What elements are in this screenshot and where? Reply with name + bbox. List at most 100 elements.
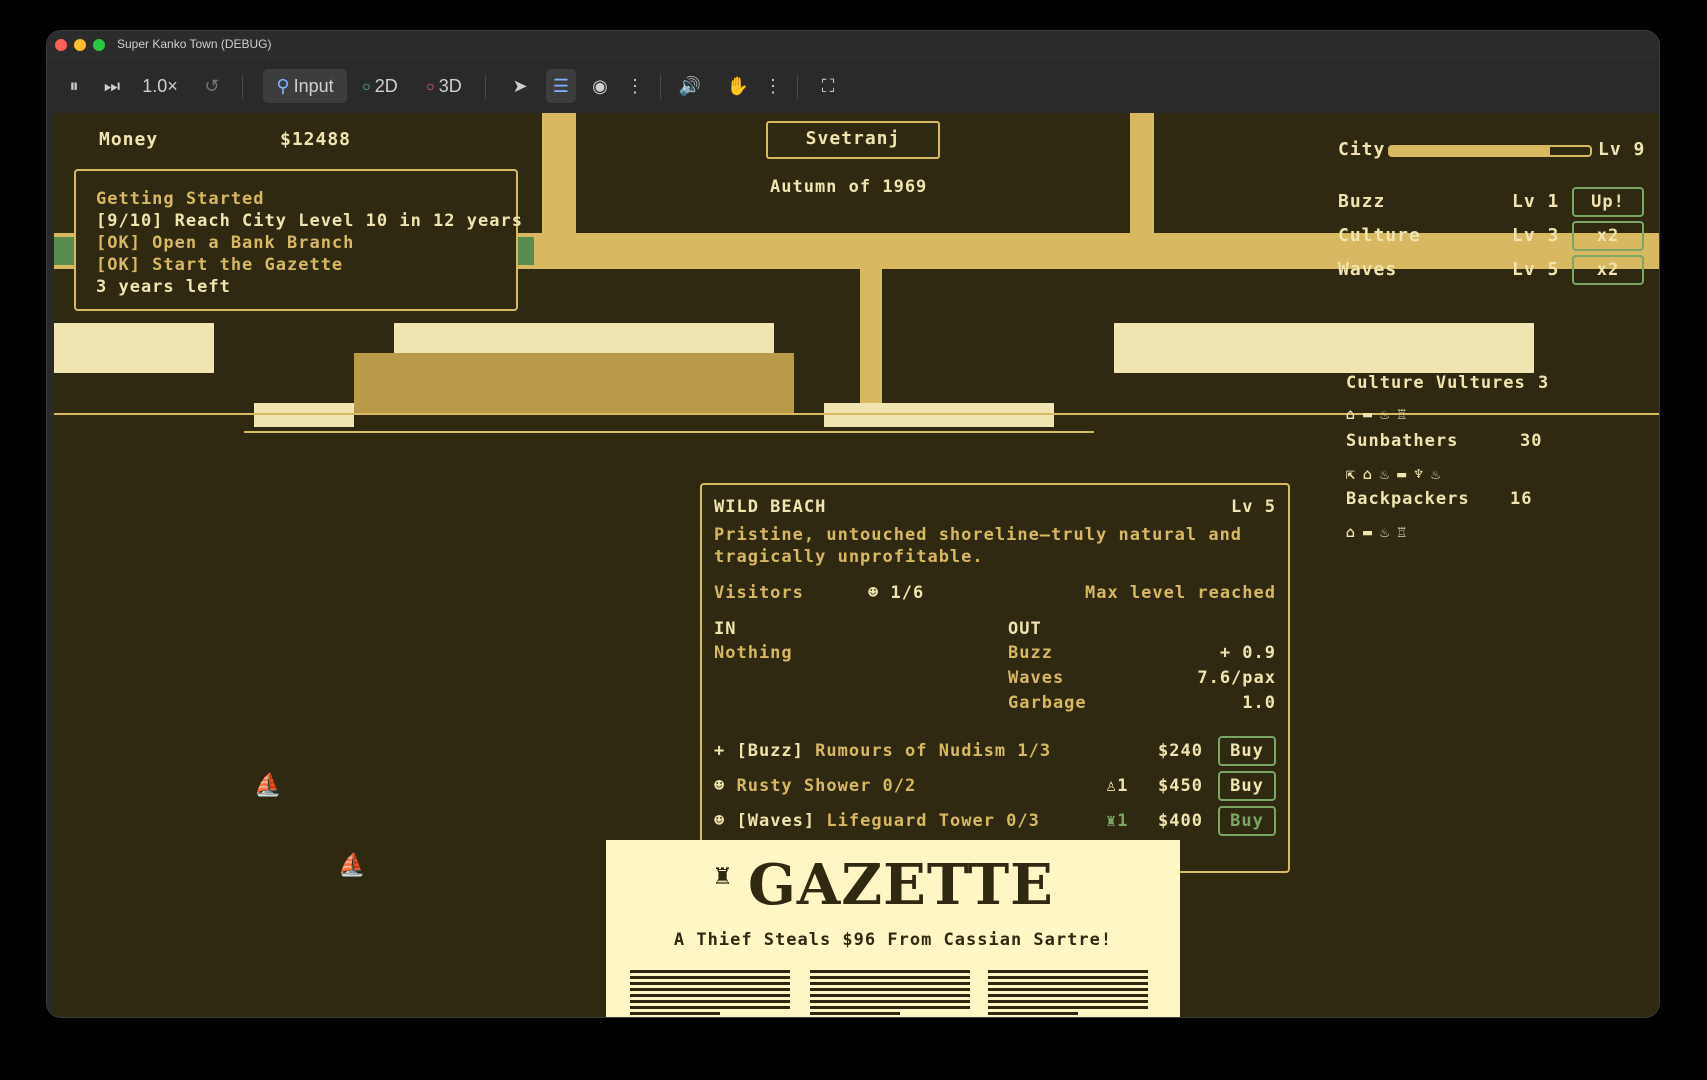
- buy-button[interactable]: Buy: [1218, 771, 1276, 801]
- game-viewport[interactable]: Money $12488 Getting Started [9/10] Reac…: [54, 113, 1659, 1017]
- quest-line: 3 years left: [96, 277, 231, 297]
- town-name: Svetranj: [805, 128, 901, 149]
- input-label: Input: [293, 75, 334, 96]
- visitors-label: Visitors: [714, 583, 804, 603]
- minimize-window-button[interactable]: [74, 39, 86, 51]
- circle-icon: ○: [362, 78, 371, 94]
- gazette-text-line: [810, 1000, 970, 1003]
- road-vertical: [860, 263, 882, 423]
- speed-selector[interactable]: 1.0×: [135, 69, 185, 103]
- more-options-icon[interactable]: ⋮: [625, 69, 645, 103]
- gazette-title: GAZETTE: [748, 852, 1054, 918]
- mode-3d-label: 3D: [438, 75, 462, 96]
- out-name: Waves: [1008, 668, 1065, 688]
- building-description: Pristine, untouched shoreline—truly natu…: [714, 525, 1243, 545]
- gazette-text-line: [630, 1006, 790, 1009]
- buzz-label: Buzz: [1338, 191, 1386, 212]
- gazette-text-line: [630, 1012, 720, 1015]
- quest-line: [OK] Open a Bank Branch: [96, 233, 355, 253]
- gazette-text-line: [810, 1012, 900, 1015]
- mode-3d-button[interactable]: ○ 3D: [419, 69, 469, 103]
- more-options-icon[interactable]: ⋮: [763, 69, 783, 103]
- circle-icon: ○: [426, 78, 435, 94]
- in-label: IN: [714, 619, 737, 639]
- face-icon: ☻: [868, 583, 891, 603]
- culture-level: Lv 3: [1512, 225, 1560, 246]
- waves-label: Waves: [1338, 259, 1398, 280]
- mode-2d-button[interactable]: ○ 2D: [355, 69, 405, 103]
- tower-icon: ♜: [1106, 811, 1118, 831]
- culture-label: Culture: [1338, 225, 1421, 246]
- city-level: Lv 9: [1598, 139, 1646, 160]
- shoreline: [54, 413, 1659, 415]
- out-name: Buzz: [1008, 643, 1053, 663]
- close-window-button[interactable]: [55, 39, 67, 51]
- gazette-text-line: [988, 1012, 1078, 1015]
- gazette-text-line: [988, 982, 1148, 985]
- gazette-text-line: [630, 976, 790, 979]
- gazette-text-line: [988, 988, 1148, 991]
- out-value: + 0.9: [1219, 643, 1276, 663]
- gamepad-icon[interactable]: ✋: [723, 69, 753, 103]
- city-label: City: [1338, 139, 1386, 160]
- quest-title: Getting Started: [96, 189, 265, 209]
- culture-x2-button[interactable]: x2: [1572, 221, 1644, 251]
- buy-button[interactable]: Buy: [1218, 736, 1276, 766]
- gazette-text-line: [630, 988, 790, 991]
- zoom-window-button[interactable]: [93, 39, 105, 51]
- upgrade-tag: [Waves]: [736, 811, 816, 831]
- title-bar: Super Kanko Town (DEBUG): [47, 31, 1659, 59]
- visitor-type-name: Culture Vultures: [1346, 373, 1526, 393]
- upgrade-row: + [Buzz] Rumours of Nudism 1/3: [714, 741, 1051, 761]
- upgrade-requirement: ♙1: [1106, 776, 1129, 796]
- waves-level: Lv 5: [1512, 259, 1560, 280]
- gazette-headline: A Thief Steals $96 From Cassian Sartre!: [673, 930, 1113, 950]
- list-select-icon[interactable]: ☰: [546, 69, 576, 103]
- upgrade-price: $450: [1158, 776, 1203, 796]
- boat-icon: ⛵: [338, 853, 366, 878]
- visitors-value: ☻ 1/6: [868, 583, 924, 603]
- pause-icon[interactable]: ⏸: [59, 69, 89, 103]
- gazette-text-line: [810, 1006, 970, 1009]
- reset-speed-icon[interactable]: ↺: [197, 69, 227, 103]
- speaker-icon[interactable]: 🔊: [675, 69, 705, 103]
- money-label: Money: [99, 129, 159, 150]
- out-label: OUT: [1008, 619, 1042, 639]
- max-level-label: Max level reached: [1085, 583, 1276, 603]
- buzz-up-button[interactable]: Up!: [1572, 187, 1644, 217]
- gazette-text-line: [988, 970, 1148, 973]
- road-vertical: [1130, 113, 1154, 263]
- quest-line: [OK] Start the Gazette: [96, 255, 344, 275]
- visitor-type-count: 16: [1510, 489, 1533, 509]
- buy-button-disabled[interactable]: Buy: [1218, 806, 1276, 836]
- gazette-text-line: [810, 976, 970, 979]
- city-progress-bar: [1388, 145, 1592, 157]
- visitor-preferences-icons: ⇱⌂♨▬♆♨: [1346, 465, 1449, 483]
- building-level: Lv 5: [1231, 497, 1276, 517]
- upgrade-name: Lifeguard Tower 0/3: [826, 811, 1040, 831]
- out-value: 1.0: [1242, 693, 1276, 713]
- select-tool-icon[interactable]: ➤: [505, 69, 535, 103]
- eye-icon[interactable]: ◉: [585, 69, 615, 103]
- upgrade-name: Rusty Shower 0/2: [736, 776, 917, 796]
- gazette-text-line: [630, 970, 790, 973]
- step-frame-icon[interactable]: ⏭: [97, 69, 127, 103]
- upgrade-row: ☻ [Waves] Lifeguard Tower 0/3: [714, 811, 1040, 831]
- gazette-text-line: [988, 976, 1148, 979]
- upgrade-requirement-count: 1: [1117, 811, 1129, 831]
- gazette-text-line: [630, 982, 790, 985]
- rocks: [824, 403, 1054, 427]
- road-vertical: [542, 113, 576, 263]
- input-mode-button[interactable]: ⚲ Input: [263, 69, 347, 103]
- waves-x2-button[interactable]: x2: [1572, 255, 1644, 285]
- gazette-text-line: [988, 994, 1148, 997]
- rocks: [254, 403, 354, 427]
- gazette-text-line: [810, 994, 970, 997]
- gazette-popup[interactable]: ♜ GAZETTE A Thief Steals $96 From Cassia…: [606, 840, 1180, 1017]
- fullscreen-icon[interactable]: ⛶: [813, 69, 843, 103]
- buzz-level: Lv 1: [1512, 191, 1560, 212]
- in-value: Nothing: [714, 643, 793, 663]
- face-icon: ☻: [714, 776, 737, 796]
- upgrade-name: Rumours of Nudism 1/3: [815, 741, 1052, 761]
- city-progress-fill: [1390, 147, 1550, 155]
